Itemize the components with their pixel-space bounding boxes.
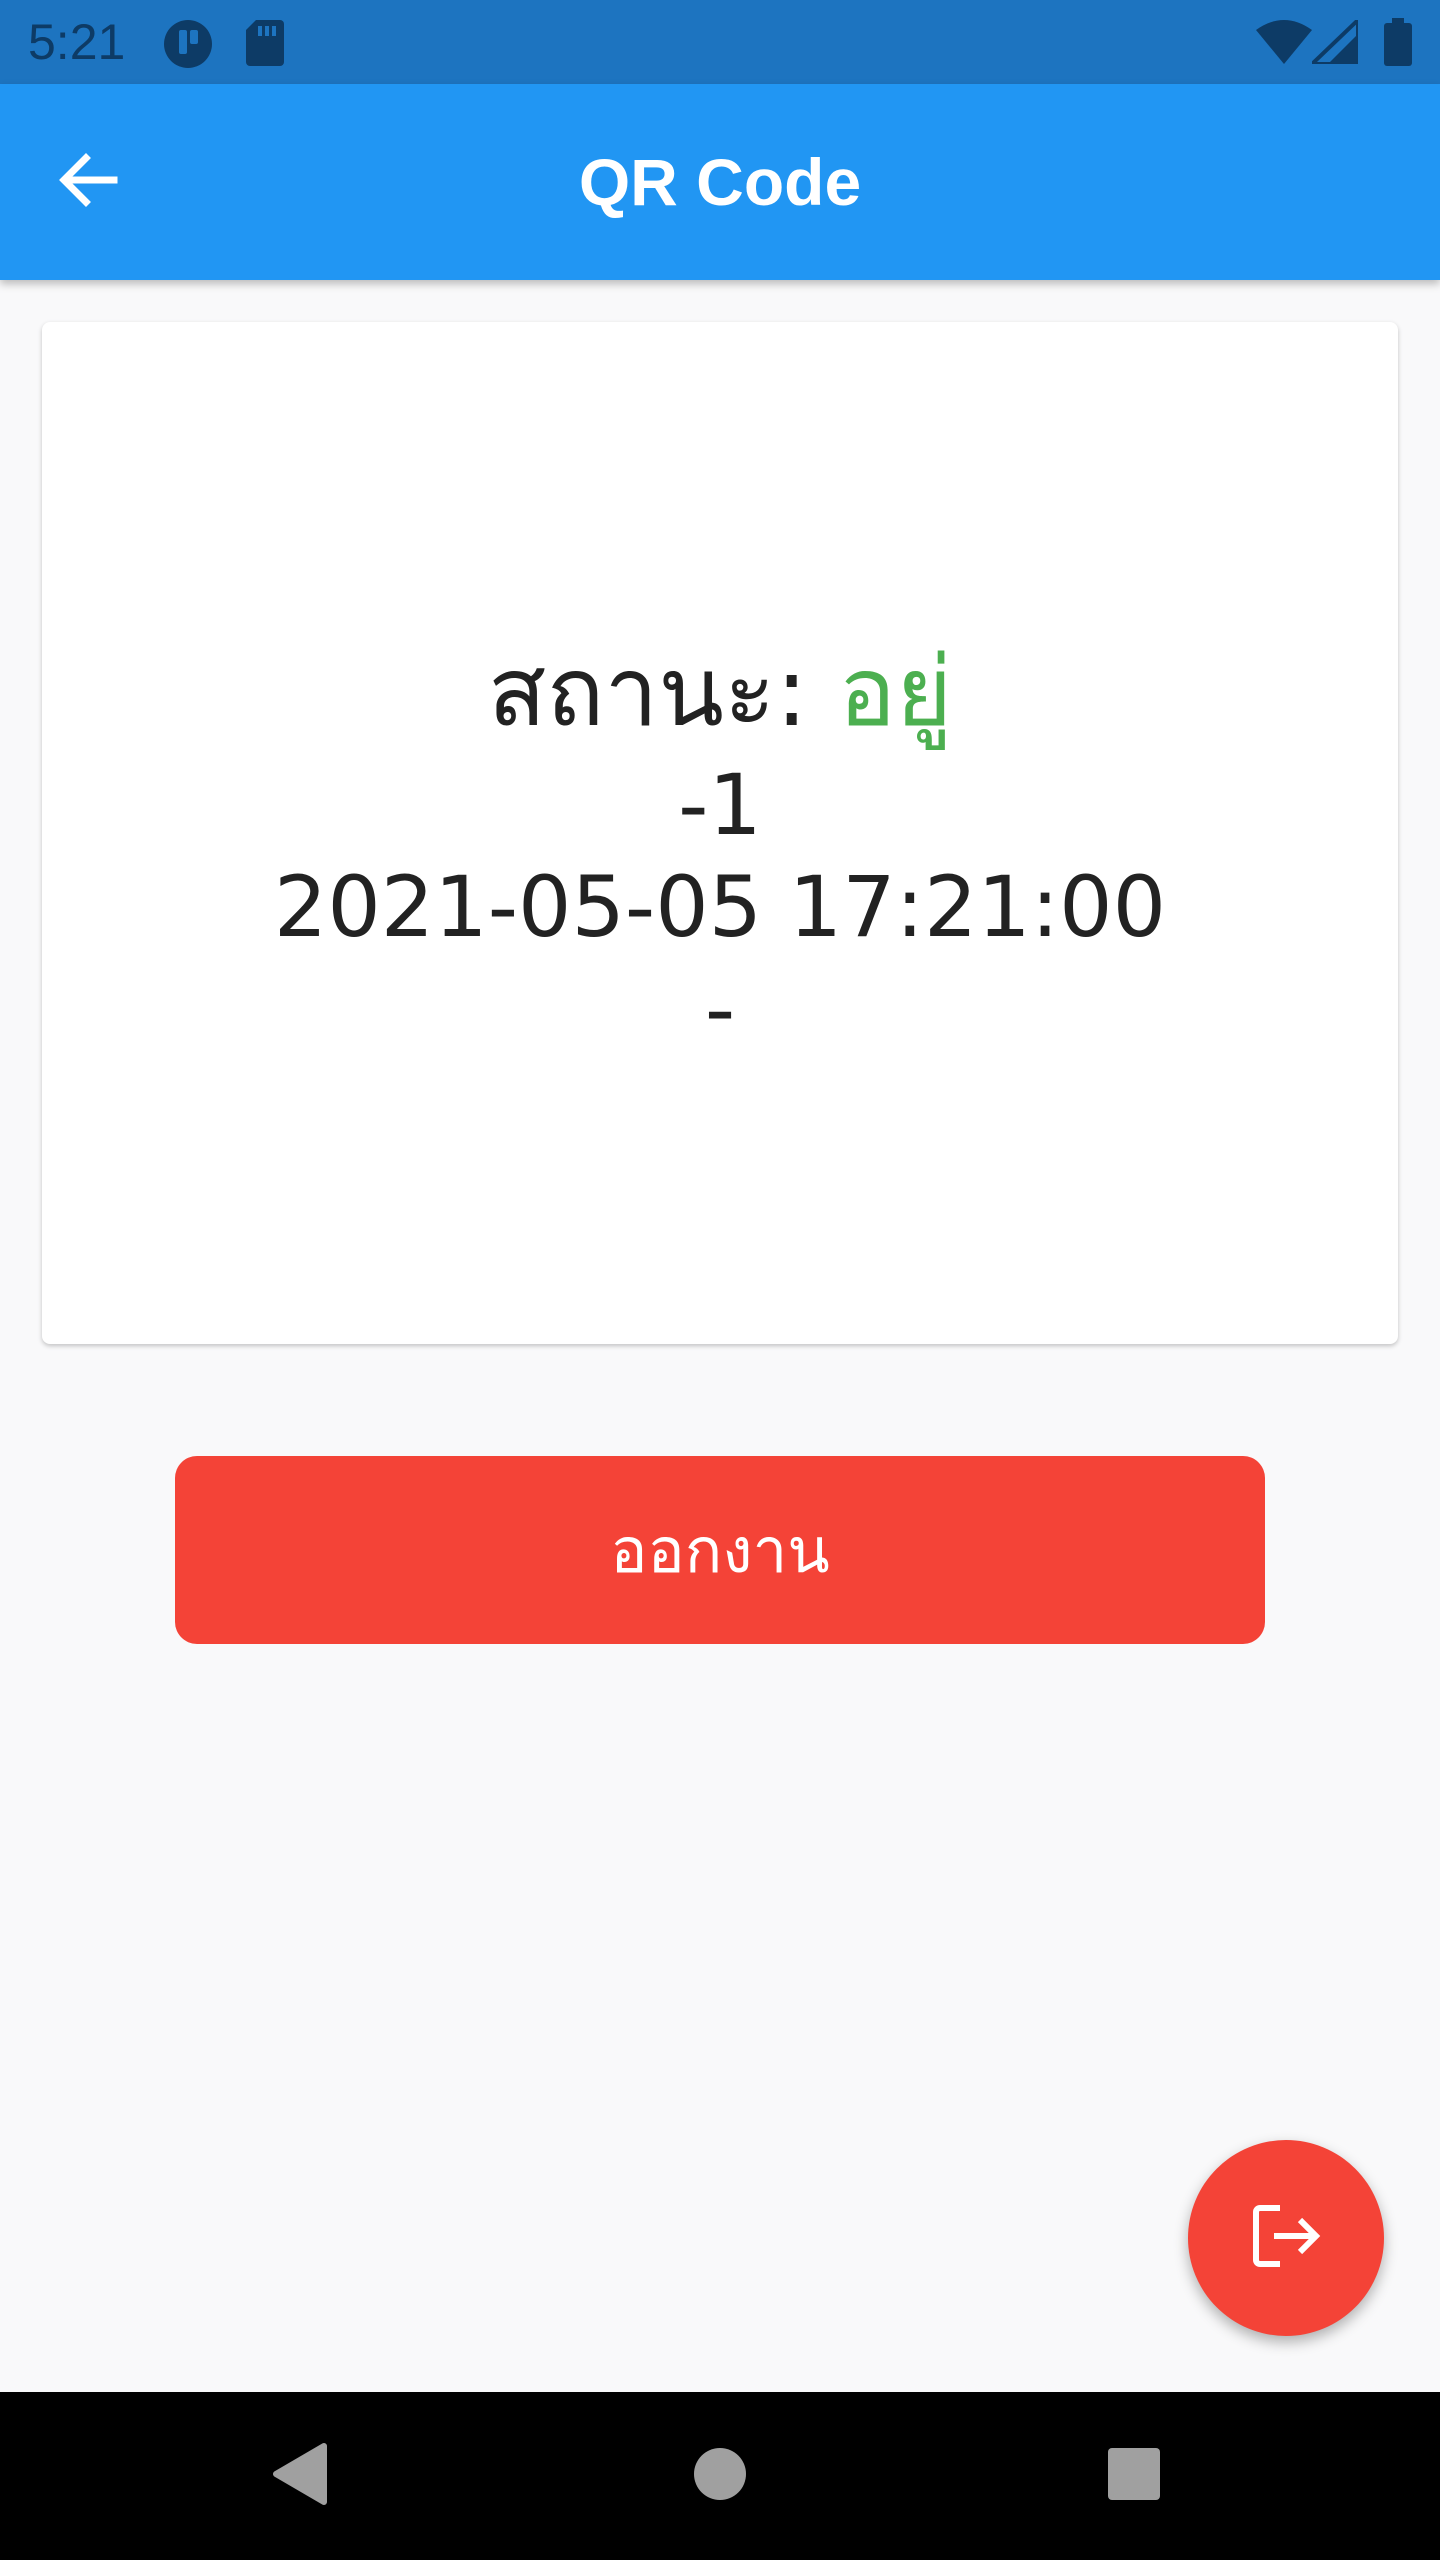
- battery-icon: [1384, 18, 1412, 70]
- status-time: 5:21: [28, 14, 126, 70]
- status-card-content: สถานะ: อยู่ -1 2021-05-05 17:21:00 -: [42, 630, 1398, 1060]
- nav-home-button[interactable]: [670, 2426, 770, 2526]
- recents-square-icon: [1106, 2446, 1162, 2506]
- status-line: สถานะ: อยู่: [42, 630, 1398, 754]
- logout-icon: [1246, 2196, 1326, 2280]
- app-bar: QR Code: [0, 84, 1440, 280]
- extra-text: -: [704, 960, 736, 1058]
- arrow-back-icon: [56, 148, 120, 216]
- page-title: QR Code: [578, 145, 862, 219]
- notification-app-icon: [162, 18, 214, 74]
- back-triangle-icon: [270, 2442, 330, 2510]
- status-bar: 5:21: [0, 0, 1440, 84]
- leave-work-button[interactable]: ออกงาน: [175, 1456, 1265, 1644]
- value-text: -1: [678, 756, 762, 854]
- nav-recents-button[interactable]: [1084, 2426, 1184, 2526]
- home-circle-icon: [692, 2446, 748, 2506]
- navigation-bar: [0, 2392, 1440, 2560]
- screen: 5:21 QR Code สถานะ: อยู่ -1 2021-05-05 1…: [0, 0, 1440, 2560]
- back-button[interactable]: [40, 134, 136, 230]
- logout-fab[interactable]: [1188, 2140, 1384, 2336]
- status-card: สถานะ: อยู่ -1 2021-05-05 17:21:00 -: [42, 322, 1398, 1344]
- wifi-icon: [1256, 20, 1312, 68]
- sd-card-icon: [246, 20, 284, 70]
- status-value: อยู่: [838, 636, 953, 748]
- cell-signal-icon: [1307, 15, 1360, 68]
- status-label: สถานะ:: [487, 636, 839, 748]
- nav-back-button[interactable]: [250, 2426, 350, 2526]
- datetime-text: 2021-05-05 17:21:00: [273, 858, 1167, 956]
